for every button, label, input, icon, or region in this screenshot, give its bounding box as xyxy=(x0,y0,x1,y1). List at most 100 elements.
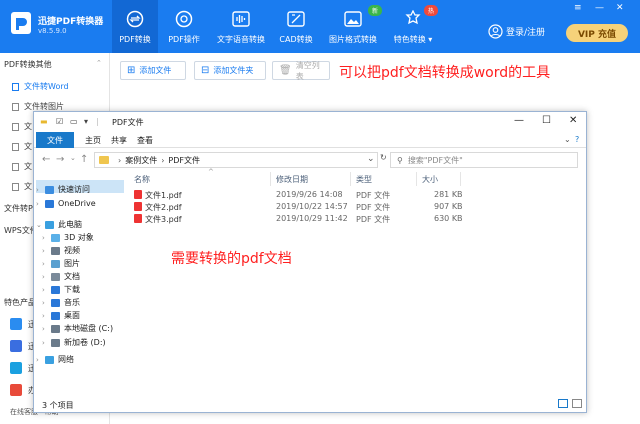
file-size: 630 KB xyxy=(434,214,463,223)
sidebar-item[interactable]: 文 xyxy=(12,181,32,192)
add-folder-button[interactable]: ⊟ 添加文件夹 xyxy=(194,61,266,80)
column-divider[interactable] xyxy=(270,172,271,186)
nav-item-drive[interactable]: › 本地磁盘 (C:) xyxy=(42,323,113,334)
chevron-right-icon: › xyxy=(118,155,122,165)
new-folder-icon[interactable]: ▭ xyxy=(70,117,78,126)
column-name[interactable]: 名称 xyxy=(134,174,150,185)
address-dropdown-icon[interactable]: ⌄ xyxy=(367,154,375,164)
chevron-right-icon[interactable]: › xyxy=(36,200,41,208)
chevron-right-icon[interactable]: › xyxy=(42,260,47,268)
nav-item-label: 图片 xyxy=(64,259,80,268)
chevron-right-icon[interactable]: › xyxy=(36,356,41,364)
quick-access-dropdown-icon[interactable]: ▾ xyxy=(84,117,88,126)
cloud-icon xyxy=(45,199,54,208)
clear-list-button[interactable]: 🗑 清空列表 xyxy=(272,61,330,81)
nav-cad-convert[interactable]: CAD转换 xyxy=(276,0,316,53)
chevron-up-icon[interactable]: ⌃ xyxy=(96,59,102,67)
chevron-right-icon[interactable]: › xyxy=(42,312,47,320)
properties-icon[interactable]: ☑ xyxy=(56,117,63,126)
close-icon[interactable]: ✕ xyxy=(569,115,577,126)
ribbon-tab-home[interactable]: 主页 xyxy=(80,132,106,148)
file-row[interactable]: 文件3.pdf 2019/10/29 11:42 PDF 文件 630 KB xyxy=(130,213,586,225)
chevron-right-icon[interactable]: › xyxy=(42,273,47,281)
search-input[interactable]: ⚲ 搜索"PDF文件" xyxy=(390,152,578,168)
vip-recharge-button[interactable]: VIP 充值 xyxy=(566,24,628,42)
sidebar-item[interactable]: 文 xyxy=(12,121,32,132)
back-icon[interactable]: ← xyxy=(42,154,50,165)
file-name: 文件2.pdf xyxy=(145,203,182,212)
ribbon-tab-view[interactable]: 查看 xyxy=(132,132,158,148)
doc-icon xyxy=(12,162,19,171)
nav-item-network[interactable]: › 网络 xyxy=(36,354,74,365)
breadcrumb-item[interactable]: 案例文件 xyxy=(125,155,157,166)
column-divider[interactable] xyxy=(350,172,351,186)
ribbon-tab-file[interactable]: 文件 xyxy=(36,132,74,148)
nav-pdf-convert[interactable]: PDF转换 xyxy=(112,0,158,53)
sidebar-section-header[interactable]: 文件转P xyxy=(4,203,33,214)
file-size: 281 KB xyxy=(434,190,463,199)
nav-item-download[interactable]: › 下载 xyxy=(42,284,80,295)
chevron-right-icon[interactable]: › xyxy=(42,234,47,242)
up-icon[interactable]: ↑ xyxy=(80,154,88,165)
chevron-right-icon[interactable]: › xyxy=(42,247,47,255)
expand-ribbon-icon[interactable]: ⌄ xyxy=(564,135,571,144)
nav-item-drive[interactable]: › 新加卷 (D:) xyxy=(42,337,106,348)
product-icon[interactable] xyxy=(10,362,22,374)
folder-plus-icon: ⊟ xyxy=(201,65,210,76)
column-type[interactable]: 类型 xyxy=(356,174,372,185)
nav-item-music[interactable]: › 音乐 xyxy=(42,297,80,308)
nav-pdf-operate[interactable]: PDF操作 xyxy=(162,0,206,53)
nav-label: PDF操作 xyxy=(168,35,200,44)
nav-item-video[interactable]: › 视频 xyxy=(42,245,80,256)
column-divider[interactable] xyxy=(460,172,461,186)
nav-item-label: 新加卷 (D:) xyxy=(64,338,106,347)
chevron-right-icon[interactable]: › xyxy=(42,339,47,347)
sidebar-item[interactable]: 文 xyxy=(12,141,32,152)
ocr-icon[interactable] xyxy=(10,340,22,352)
nav-item-cube[interactable]: › 3D 对象 xyxy=(42,232,94,243)
maximize-icon[interactable]: ☐ xyxy=(542,115,551,126)
minimize-icon[interactable]: — xyxy=(514,115,524,126)
menu-icon[interactable]: ≡ xyxy=(574,3,582,13)
nav-item-label: 3D 对象 xyxy=(64,233,94,242)
product-icon[interactable] xyxy=(10,384,22,396)
sidebar-item[interactable]: 文 xyxy=(12,161,32,172)
address-bar[interactable]: › 案例文件 › PDF文件 xyxy=(94,152,378,168)
nav-voice-convert[interactable]: 文字语音转换 xyxy=(212,0,270,53)
refresh-icon[interactable]: ↻ xyxy=(380,153,387,162)
add-file-button[interactable]: ⊞ 添加文件 xyxy=(120,61,186,80)
details-view-icon[interactable] xyxy=(558,399,568,408)
drive-icon xyxy=(51,324,60,333)
ribbon-tab-share[interactable]: 共享 xyxy=(106,132,132,148)
column-date[interactable]: 修改日期 xyxy=(276,174,308,185)
doc-icon xyxy=(12,122,19,131)
nav-item-cloud[interactable]: › OneDrive xyxy=(36,199,96,208)
nav-item-star[interactable]: › 快速访问 xyxy=(36,184,90,195)
nav-item-doc[interactable]: › 文档 xyxy=(42,271,80,282)
chevron-right-icon[interactable]: › xyxy=(42,286,47,294)
close-icon[interactable]: ✕ xyxy=(616,3,624,13)
chevron-right-icon[interactable]: › xyxy=(42,325,47,333)
login-button[interactable]: 登录/注册 xyxy=(488,24,545,39)
help-icon[interactable]: ? xyxy=(575,135,579,144)
nav-item-pc[interactable]: ⌄ 此电脑 xyxy=(36,219,82,230)
recent-dropdown-icon[interactable]: ⌄ xyxy=(70,154,76,162)
column-size[interactable]: 大小 xyxy=(422,174,438,185)
sidebar-item-file-to-word[interactable]: 文件转Word xyxy=(12,81,69,92)
forward-icon[interactable]: → xyxy=(56,154,64,165)
nav-item-desktop[interactable]: › 桌面 xyxy=(42,310,80,321)
chevron-right-icon[interactable]: › xyxy=(42,299,47,307)
nav-label: CAD转换 xyxy=(279,35,313,44)
file-row[interactable]: 文件2.pdf 2019/10/22 14:57 PDF 文件 907 KB xyxy=(130,201,586,213)
chevron-down-icon[interactable]: ⌄ xyxy=(36,221,42,229)
product-icon[interactable] xyxy=(10,318,22,330)
column-divider[interactable] xyxy=(416,172,417,186)
large-icons-view-icon[interactable] xyxy=(572,399,582,408)
breadcrumb-item[interactable]: PDF文件 xyxy=(168,155,200,166)
nav-item-picture[interactable]: › 图片 xyxy=(42,258,80,269)
file-row[interactable]: 文件1.pdf 2019/9/26 14:08 PDF 文件 281 KB xyxy=(130,189,586,201)
chevron-right-icon[interactable]: › xyxy=(36,186,41,194)
file-size: 907 KB xyxy=(434,202,463,211)
minimize-icon[interactable]: — xyxy=(595,3,604,13)
pdf-operate-icon xyxy=(175,10,193,28)
